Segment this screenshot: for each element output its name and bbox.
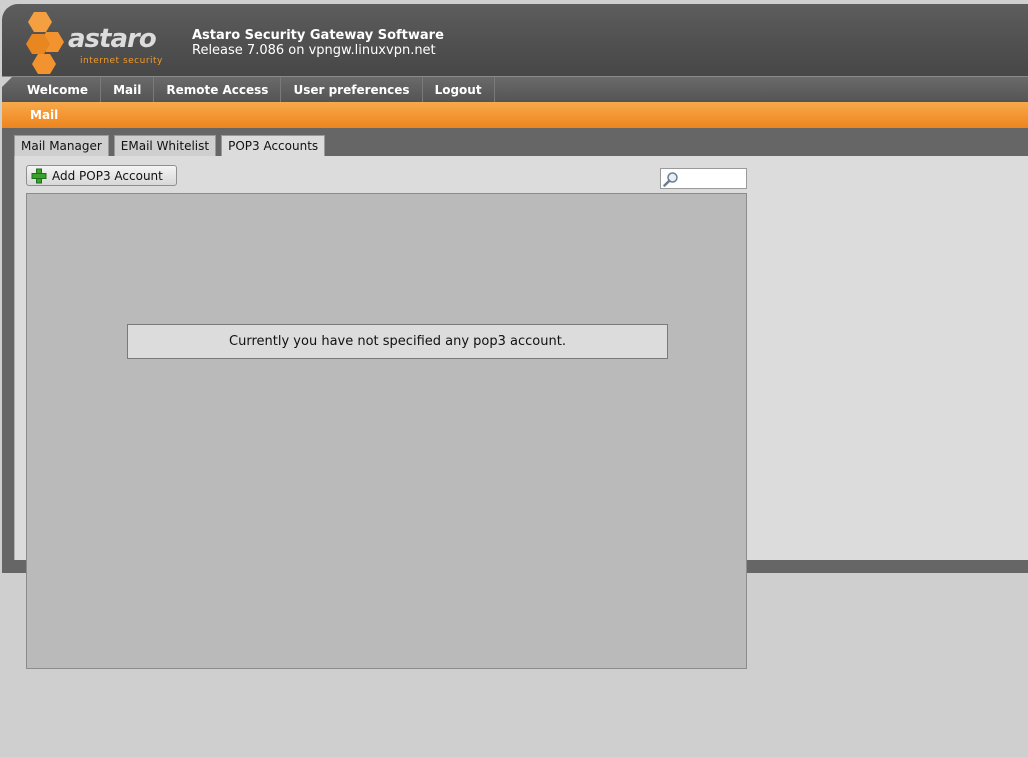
main-nav: Welcome Mail Remote Access User preferen…: [2, 76, 1028, 103]
app-header: astaro internet security Astaro Security…: [2, 4, 1028, 76]
hexagon-logo-icon: [26, 12, 64, 74]
nav-items: Welcome Mail Remote Access User preferen…: [16, 77, 495, 103]
nav-item-mail[interactable]: Mail: [101, 77, 155, 103]
nav-item-user-preferences[interactable]: User preferences: [281, 77, 423, 103]
search-field[interactable]: [660, 168, 747, 189]
astaro-logo: astaro internet security: [16, 10, 186, 74]
search-input[interactable]: [680, 170, 744, 187]
tab-email-whitelist[interactable]: EMail Whitelist: [113, 135, 217, 156]
tab-pop3-accounts[interactable]: POP3 Accounts: [221, 135, 326, 157]
nav-item-remote-access[interactable]: Remote Access: [154, 77, 282, 103]
tab-mail-manager[interactable]: Mail Manager: [14, 135, 109, 156]
nav-item-logout[interactable]: Logout: [423, 77, 495, 103]
empty-list-message: Currently you have not specified any pop…: [127, 324, 668, 359]
nav-item-welcome[interactable]: Welcome: [16, 77, 102, 103]
tab-bar: Mail Manager EMail Whitelist POP3 Accoun…: [14, 135, 330, 157]
nav-corner-notch: [2, 77, 12, 87]
logo-wordmark: astaro: [68, 24, 157, 54]
add-pop3-account-label: Add POP3 Account: [52, 168, 163, 183]
section-title: Mail: [30, 108, 59, 122]
section-bar: Mail: [2, 102, 1028, 128]
empty-list-message-text: Currently you have not specified any pop…: [229, 334, 566, 349]
logo-tagline: internet security: [80, 56, 163, 66]
pop3-account-list: [26, 193, 747, 669]
add-pop3-account-button[interactable]: Add POP3 Account: [26, 165, 177, 186]
product-title: Astaro Security Gateway Software: [192, 28, 444, 43]
search-icon: [663, 172, 678, 187]
green-plus-icon: [31, 168, 47, 183]
product-release: Release 7.086 on vpngw.linuxvpn.net: [192, 43, 436, 58]
